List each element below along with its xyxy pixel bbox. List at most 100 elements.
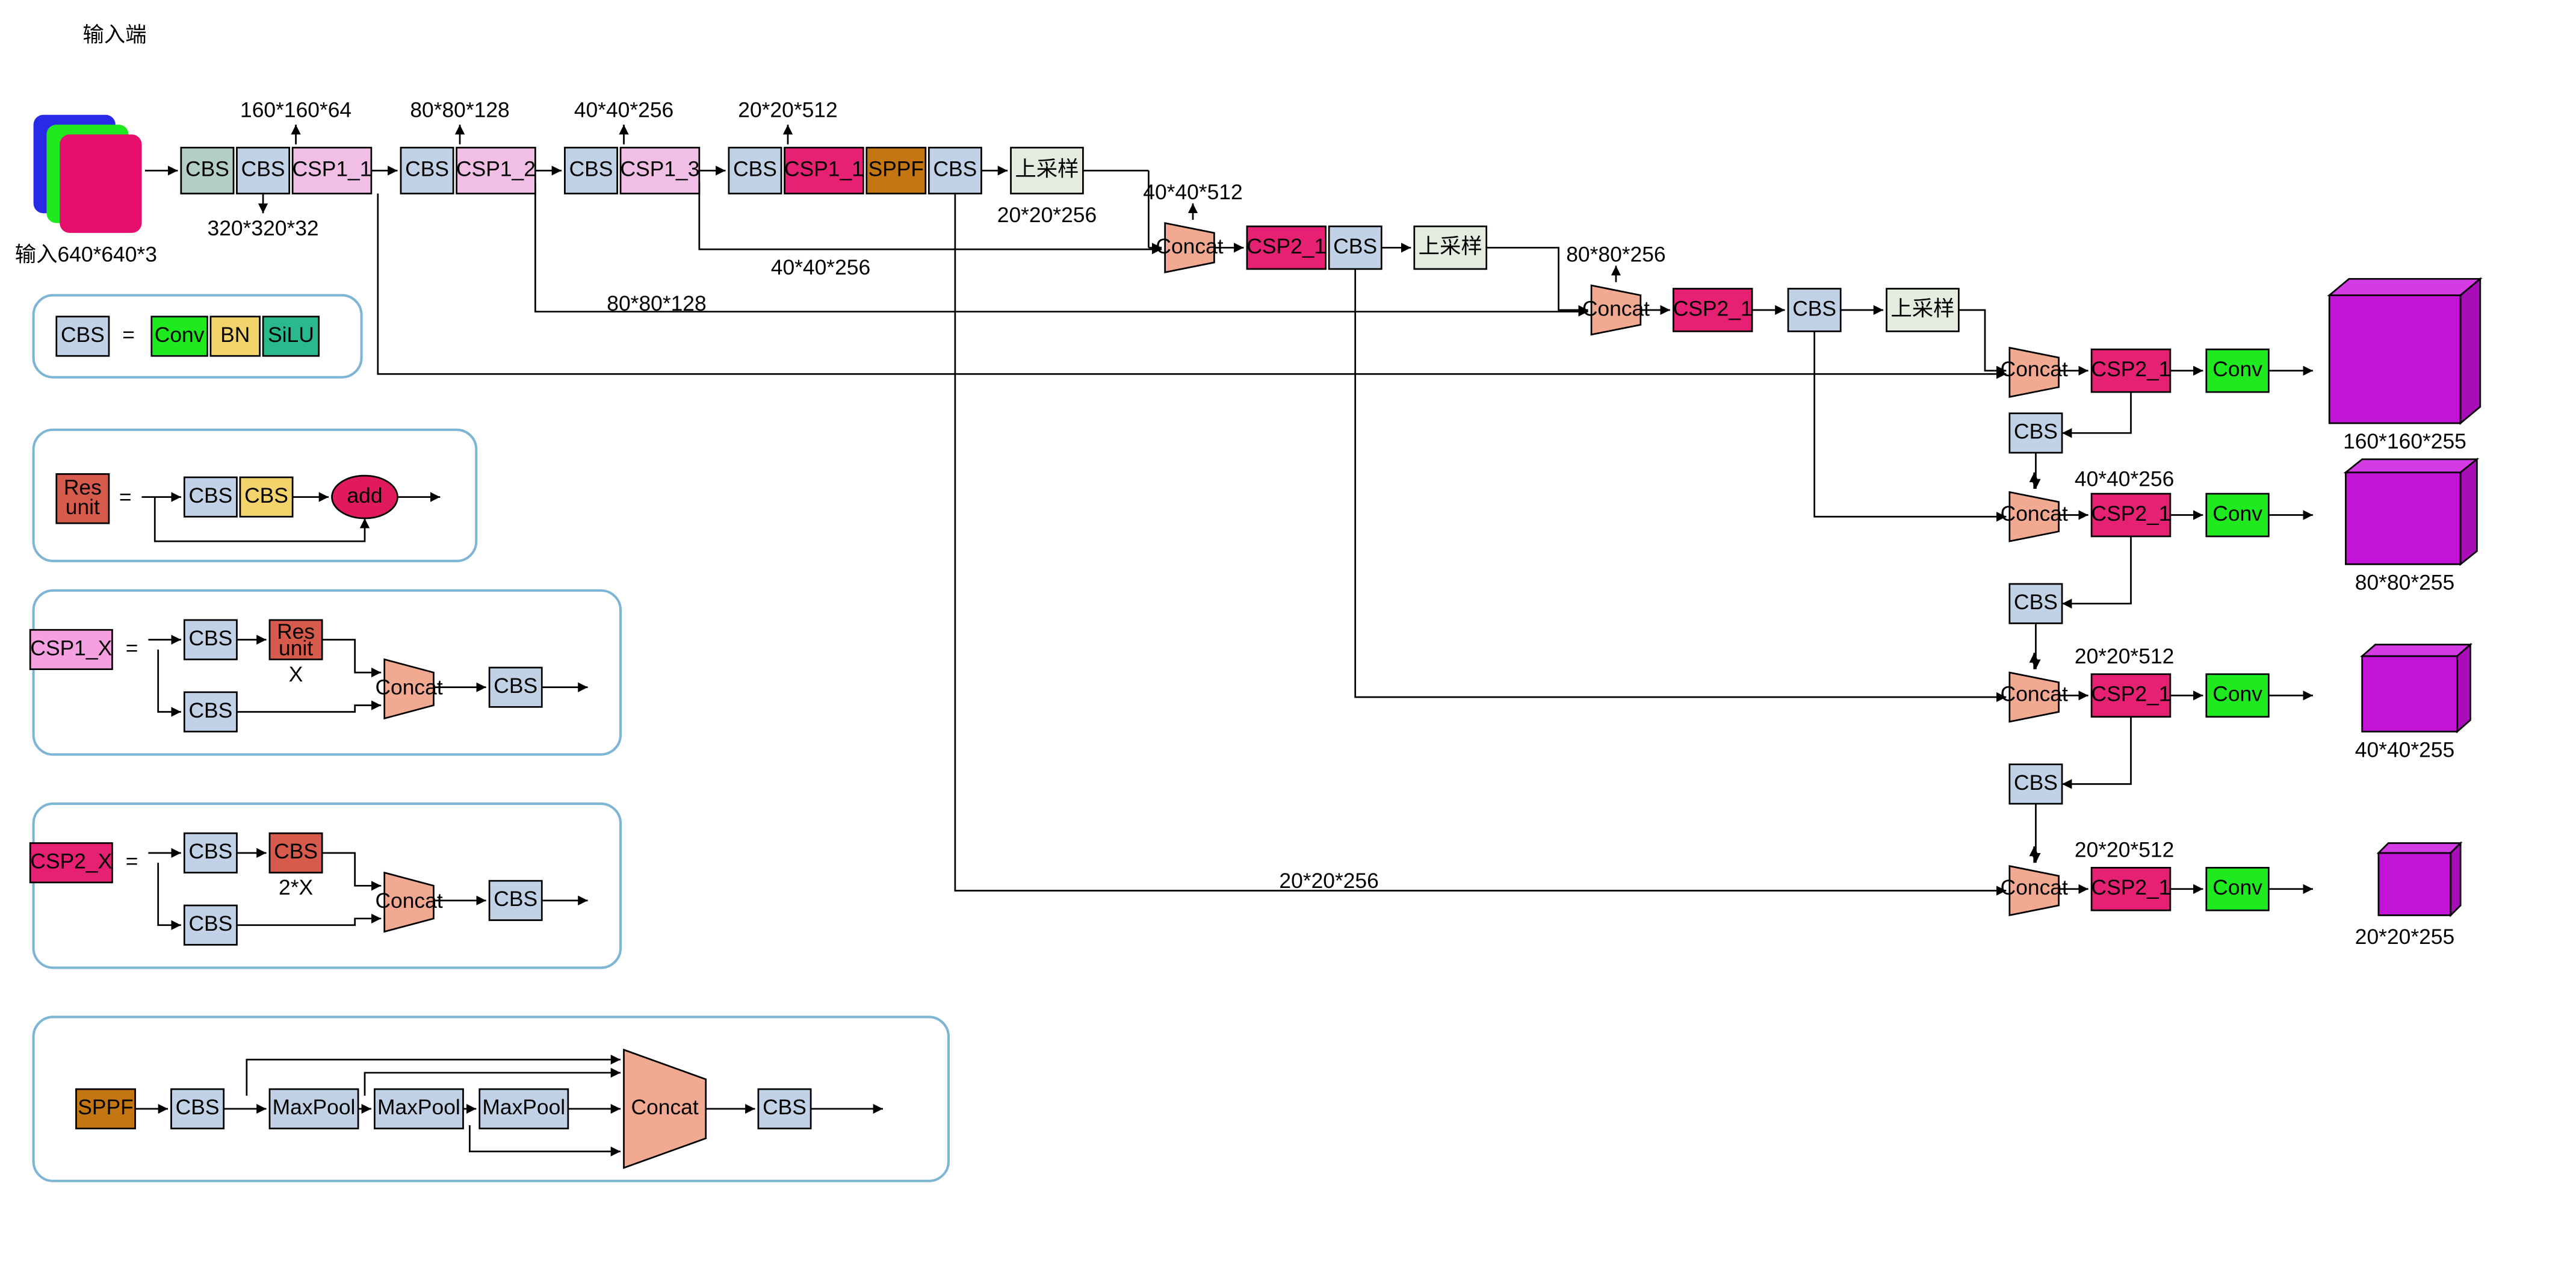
svg-text:20*20*255: 20*20*255: [2355, 925, 2454, 949]
svg-text:Concat: Concat: [1582, 296, 1650, 320]
svg-text:CSP2_X: CSP2_X: [30, 849, 112, 874]
svg-text:40*40*256: 40*40*256: [2075, 467, 2174, 491]
output-cube-1: 160*160*255: [2329, 279, 2480, 453]
svg-text:BN: BN: [220, 323, 250, 347]
svg-text:CBS: CBS: [188, 911, 232, 936]
svg-text:MaxPool: MaxPool: [482, 1095, 565, 1119]
svg-text:20*20*512: 20*20*512: [2075, 644, 2174, 668]
svg-text:CBS: CBS: [933, 157, 977, 181]
svg-text:160*160*64: 160*160*64: [240, 98, 351, 122]
svg-text:CBS: CBS: [763, 1095, 807, 1119]
svg-text:CBS: CBS: [2014, 590, 2058, 614]
output-cube-4: 20*20*255: [2355, 843, 2460, 948]
svg-text:SPPF: SPPF: [868, 157, 924, 181]
legend-csp2x-panel: CSP2_X = CBS CBS 2*X CBS Concat CBS: [30, 804, 621, 967]
svg-text:CBS: CBS: [2014, 420, 2058, 444]
svg-text:Concat: Concat: [631, 1095, 699, 1119]
svg-text:Conv: Conv: [2212, 357, 2262, 381]
svg-text:=: =: [122, 323, 135, 347]
svg-text:40*40*256: 40*40*256: [574, 98, 673, 122]
svg-text:2*X: 2*X: [279, 875, 313, 899]
svg-text:20*20*512: 20*20*512: [2075, 837, 2174, 861]
svg-text:MaxPool: MaxPool: [273, 1095, 356, 1119]
svg-text:CBS: CBS: [61, 323, 105, 347]
svg-text:CBS: CBS: [405, 157, 449, 181]
svg-text:Concat: Concat: [2001, 501, 2068, 526]
svg-text:Conv: Conv: [2212, 875, 2262, 899]
svg-text:CSP1_2: CSP1_2: [456, 157, 536, 181]
svg-text:80*80*256: 80*80*256: [1566, 242, 1665, 266]
svg-text:CBS: CBS: [188, 626, 232, 650]
svg-text:CBS: CBS: [494, 674, 537, 698]
svg-text:X: X: [289, 662, 303, 686]
svg-text:CBS: CBS: [185, 157, 229, 181]
svg-text:SiLU: SiLU: [268, 323, 314, 347]
output-cube-2: 80*80*255: [2345, 459, 2477, 594]
svg-text:CBS: CBS: [188, 839, 232, 863]
svg-text:Concat: Concat: [375, 889, 442, 913]
svg-text:CBS: CBS: [2014, 771, 2058, 795]
output-cube-3: 40*40*255: [2355, 645, 2471, 762]
svg-text:160*160*255: 160*160*255: [2343, 429, 2466, 453]
legend-sppf-panel: SPPF CBS MaxPool MaxPool MaxPool Concat …: [34, 1017, 949, 1181]
svg-text:CSP2_1: CSP2_1: [2091, 875, 2171, 899]
svg-text:CBS: CBS: [1333, 234, 1377, 258]
svg-text:CBS: CBS: [494, 887, 537, 911]
svg-text:CBS: CBS: [241, 157, 285, 181]
svg-text:add: add: [347, 483, 382, 507]
svg-text:80*80*128: 80*80*128: [410, 98, 509, 122]
backbone-row: CBS CBS CSP1_1 CBS CSP1_2 CBS CSP1_3 CBS…: [145, 98, 1097, 240]
input-image-stack: 输入640*640*3: [15, 115, 157, 267]
svg-text:CBS: CBS: [1792, 296, 1836, 320]
svg-text:CSP2_1: CSP2_1: [2091, 357, 2171, 381]
svg-text:Concat: Concat: [2001, 357, 2068, 381]
svg-text:上采样: 上采样: [1015, 157, 1079, 181]
svg-text:上采样: 上采样: [1419, 234, 1482, 258]
svg-text:CSP1_1: CSP1_1: [784, 157, 864, 181]
svg-text:unit: unit: [279, 636, 313, 660]
svg-text:CSP2_1: CSP2_1: [2091, 501, 2171, 526]
svg-text:=: =: [126, 849, 138, 874]
svg-text:80*80*255: 80*80*255: [2355, 570, 2454, 594]
concat-2: Concat 80*80*128 80*80*256: [535, 184, 1665, 335]
svg-text:unit: unit: [66, 495, 100, 519]
svg-text:CBS: CBS: [569, 157, 613, 181]
svg-text:CBS: CBS: [176, 1095, 220, 1119]
svg-text:Concat: Concat: [375, 675, 442, 700]
svg-text:40*40*255: 40*40*255: [2355, 737, 2454, 762]
svg-text:CSP2_1: CSP2_1: [1246, 234, 1326, 258]
svg-text:CSP2_1: CSP2_1: [2091, 682, 2171, 706]
svg-text:SPPF: SPPF: [78, 1095, 133, 1119]
architecture-diagram: 输入端 输入640*640*3 CBS CBS CSP1_1 CBS CSP1_…: [0, 0, 2576, 1263]
svg-text:320*320*32: 320*320*32: [208, 216, 319, 240]
svg-text:CBS: CBS: [733, 157, 777, 181]
svg-text:20*20*256: 20*20*256: [1279, 869, 1378, 893]
svg-text:20*20*256: 20*20*256: [997, 203, 1097, 227]
svg-text:CBS: CBS: [188, 483, 232, 507]
input-dim-label: 输入640*640*3: [15, 242, 157, 266]
svg-text:80*80*128: 80*80*128: [607, 291, 706, 315]
title-label: 输入端: [82, 22, 146, 46]
legend-csp1x-panel: CSP1_X = CBS Res unit X CBS Concat CBS: [30, 591, 621, 754]
svg-text:上采样: 上采样: [1890, 296, 1954, 320]
svg-text:CSP2_1: CSP2_1: [1673, 296, 1753, 320]
svg-text:40*40*512: 40*40*512: [1143, 180, 1242, 204]
svg-text:MaxPool: MaxPool: [377, 1095, 460, 1119]
svg-text:=: =: [119, 485, 132, 509]
svg-text:40*40*256: 40*40*256: [771, 255, 870, 279]
legend-resunit-panel: Res unit = CBS CBS add: [34, 430, 477, 561]
svg-text:=: =: [126, 636, 138, 660]
svg-text:CBS: CBS: [274, 839, 318, 863]
legend-cbs-panel: CBS = Conv BN SiLU: [34, 295, 362, 377]
svg-text:20*20*512: 20*20*512: [738, 98, 837, 122]
svg-text:Conv: Conv: [155, 323, 205, 347]
svg-text:Conv: Conv: [2212, 682, 2262, 706]
svg-text:CSP1_3: CSP1_3: [621, 157, 700, 181]
svg-text:CBS: CBS: [188, 698, 232, 722]
svg-text:Concat: Concat: [2001, 682, 2068, 706]
svg-text:CSP1_1: CSP1_1: [293, 157, 372, 181]
svg-text:CSP1_X: CSP1_X: [30, 636, 112, 660]
svg-text:Conv: Conv: [2212, 501, 2262, 526]
svg-text:Concat: Concat: [2001, 875, 2068, 899]
svg-text:Concat: Concat: [1156, 234, 1223, 258]
